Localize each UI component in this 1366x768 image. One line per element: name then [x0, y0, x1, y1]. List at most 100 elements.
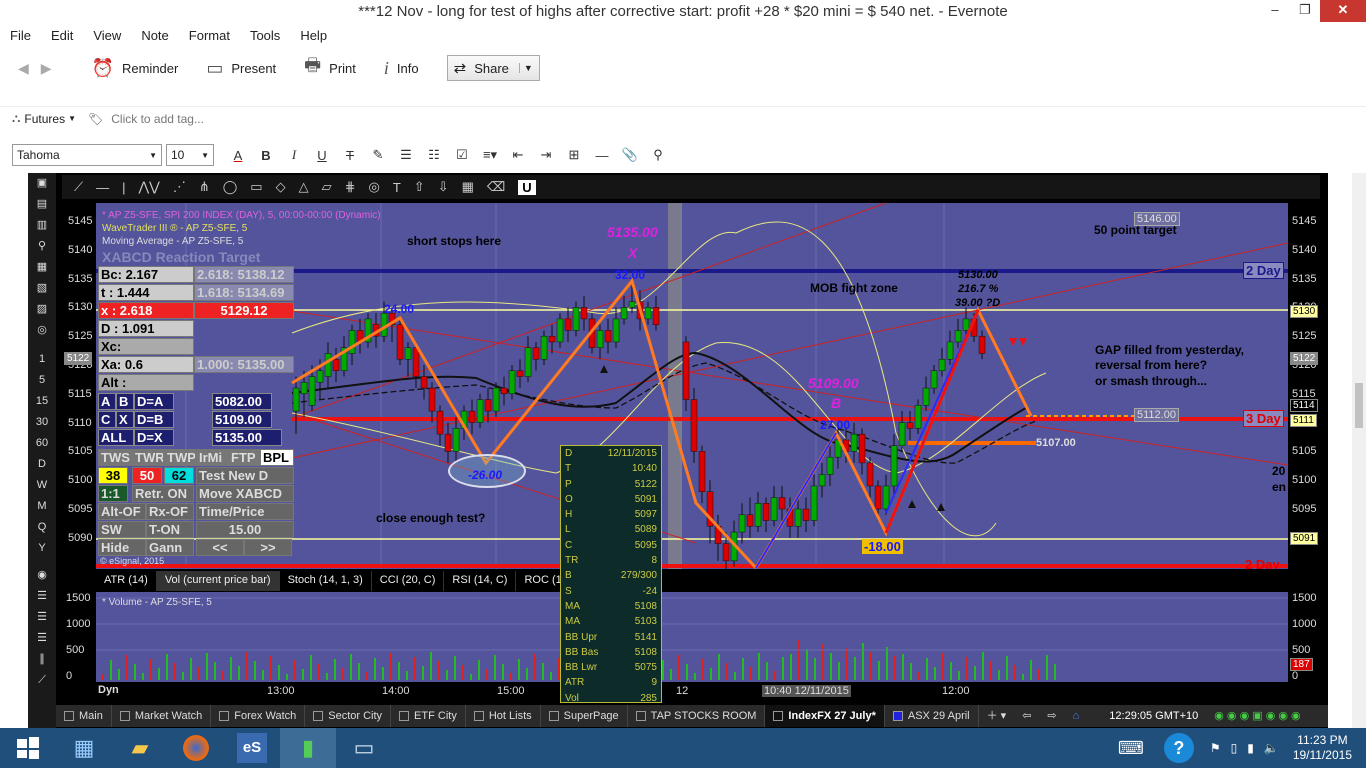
- highlighter-icon[interactable]: ✎: [364, 147, 392, 163]
- pitchfork-tool-icon[interactable]: ⋔: [199, 179, 210, 195]
- chevron-down-icon[interactable]: ▼: [518, 63, 533, 73]
- page-tab-tap-stocks[interactable]: TAP STOCKS ROOM: [628, 705, 766, 727]
- menu-format[interactable]: Format: [179, 25, 240, 45]
- tool-icon[interactable]: ▤: [28, 194, 56, 215]
- dx-button[interactable]: D=X: [134, 429, 174, 446]
- bold-icon[interactable]: B: [252, 148, 280, 163]
- tws-button[interactable]: TWS: [98, 449, 132, 466]
- strikethrough-icon[interactable]: T: [336, 148, 364, 163]
- tool-icon[interactable]: ▨: [28, 299, 56, 320]
- channel-tool-icon[interactable]: ▱: [322, 179, 332, 195]
- page-tab-hot-lists[interactable]: Hot Lists: [466, 705, 541, 727]
- ellipse-tool-icon[interactable]: ◯: [223, 179, 238, 195]
- period-y[interactable]: Y: [28, 538, 56, 559]
- one-to-one-button[interactable]: 1:1: [98, 485, 128, 502]
- taskbar-evernote[interactable]: ▮: [280, 728, 336, 768]
- menu-tools[interactable]: Tools: [240, 25, 290, 45]
- vline-tool-icon[interactable]: |: [122, 180, 125, 195]
- fib-50-button[interactable]: 50: [132, 467, 162, 484]
- menu-edit[interactable]: Edit: [41, 25, 83, 45]
- time-price-button[interactable]: Time/Price: [196, 503, 294, 520]
- taskbar-firefox[interactable]: [168, 728, 224, 768]
- period-1[interactable]: 1: [28, 349, 56, 370]
- arrow-up-tool-icon[interactable]: ⇧: [414, 179, 425, 195]
- twp-button[interactable]: TWP: [164, 449, 196, 466]
- tag-input[interactable]: Click to add tag...: [111, 112, 204, 126]
- da-button[interactable]: D=A: [134, 393, 174, 410]
- tab-vol[interactable]: Vol (current price bar): [156, 571, 280, 591]
- x-toggle[interactable]: X: [116, 411, 134, 428]
- menu-view[interactable]: View: [83, 25, 131, 45]
- page-tab-etf-city[interactable]: ETF City: [391, 705, 466, 727]
- tool-icon[interactable]: ⟋: [28, 670, 56, 691]
- taskbar-monitor[interactable]: ▭: [336, 728, 392, 768]
- period-q[interactable]: Q: [28, 517, 56, 538]
- paint-icon[interactable]: ⚲: [644, 147, 672, 163]
- rect-tool-icon[interactable]: ▭: [250, 179, 262, 195]
- period-m[interactable]: M: [28, 496, 56, 517]
- fifteen-field[interactable]: 15.00: [196, 521, 294, 538]
- volume-panel[interactable]: [96, 592, 1288, 682]
- hline-tool-icon[interactable]: —: [96, 180, 109, 195]
- test-new-button[interactable]: Test New D: [196, 467, 294, 484]
- tool-icon[interactable]: ◎: [28, 320, 56, 341]
- page-tab-forex-watch[interactable]: Forex Watch: [211, 705, 306, 727]
- fib-tool-icon[interactable]: ⋰: [173, 179, 186, 195]
- taskbar-esignal[interactable]: eS: [224, 728, 280, 768]
- restore-button[interactable]: ❐: [1290, 0, 1320, 22]
- magnet-icon[interactable]: U: [518, 179, 536, 195]
- align-icon[interactable]: ≡▾: [476, 147, 504, 163]
- notebook-selector[interactable]: Futures: [24, 112, 65, 126]
- share-button[interactable]: ⇄ Share ▼: [446, 55, 540, 81]
- tab-cci[interactable]: CCI (20, C): [372, 571, 445, 591]
- tool-icon[interactable]: ☰: [28, 607, 56, 628]
- tool-icon[interactable]: ☰: [28, 628, 56, 649]
- dyn-label[interactable]: Dyn: [98, 684, 119, 696]
- tab-stoch[interactable]: Stoch (14, 1, 3): [280, 571, 372, 591]
- gann-button[interactable]: Gann: [146, 539, 194, 556]
- back-arrow-icon[interactable]: ◀: [18, 60, 29, 77]
- wave-tool-icon[interactable]: ⋀⋁: [139, 179, 160, 195]
- menu-note[interactable]: Note: [131, 25, 178, 45]
- period-d[interactable]: D: [28, 454, 56, 475]
- period-15[interactable]: 15: [28, 391, 56, 412]
- alt-of-button[interactable]: Alt-OF: [98, 503, 146, 520]
- editor-scrollbar[interactable]: [1352, 173, 1366, 728]
- tool-icon[interactable]: ▥: [28, 215, 56, 236]
- print-button[interactable]: 🖶 Print: [304, 53, 356, 83]
- tool-icon[interactable]: ▣: [28, 173, 56, 194]
- cycle-tool-icon[interactable]: ◎: [369, 179, 380, 195]
- network-icon[interactable]: ▮: [1247, 741, 1254, 755]
- move-xabcd-button[interactable]: Move XABCD: [196, 485, 294, 502]
- present-button[interactable]: ▭ Present: [206, 58, 276, 79]
- numbered-list-icon[interactable]: ☷: [420, 147, 448, 163]
- text-tool-icon[interactable]: T: [393, 180, 401, 195]
- page-tab-asx[interactable]: ASX 29 April: [885, 705, 979, 727]
- prev-button[interactable]: <<: [196, 539, 244, 556]
- tab-rsi[interactable]: RSI (14, C): [444, 571, 517, 591]
- tab-atr[interactable]: ATR (14): [96, 571, 157, 591]
- all-toggle[interactable]: ALL: [98, 429, 134, 446]
- keyboard-icon[interactable]: ⌨: [1118, 738, 1144, 759]
- irmi-button[interactable]: IrMi: [196, 449, 228, 466]
- page-tab-sector-city[interactable]: Sector City: [305, 705, 392, 727]
- sw-of-button[interactable]: SW OF: [98, 521, 146, 538]
- page-tab-main[interactable]: Main: [56, 705, 112, 727]
- attachment-icon[interactable]: 📎: [616, 147, 644, 163]
- start-button[interactable]: [0, 728, 56, 768]
- line-tool-icon[interactable]: ⟋: [74, 179, 83, 195]
- checkbox-icon[interactable]: ☑: [448, 147, 476, 163]
- horizontal-rule-icon[interactable]: —: [588, 148, 616, 163]
- bullet-list-icon[interactable]: ☰: [392, 147, 420, 163]
- tool-icon[interactable]: ▦: [28, 257, 56, 278]
- scrollbar-thumb[interactable]: [1355, 383, 1363, 428]
- font-select[interactable]: Tahoma ▼: [12, 144, 162, 166]
- forward-arrow-icon[interactable]: ▶: [41, 60, 52, 77]
- retr-button[interactable]: Retr. ON: [132, 485, 194, 502]
- grid-tool-icon[interactable]: ▦: [462, 179, 474, 195]
- ftp-button[interactable]: FTP: [228, 449, 260, 466]
- italic-icon[interactable]: I: [280, 147, 308, 163]
- tab-nav-right-icon[interactable]: ⇨: [1039, 705, 1064, 727]
- flag-icon[interactable]: ⚑: [1210, 741, 1221, 755]
- tab-nav-left-icon[interactable]: ⇦: [1014, 705, 1039, 727]
